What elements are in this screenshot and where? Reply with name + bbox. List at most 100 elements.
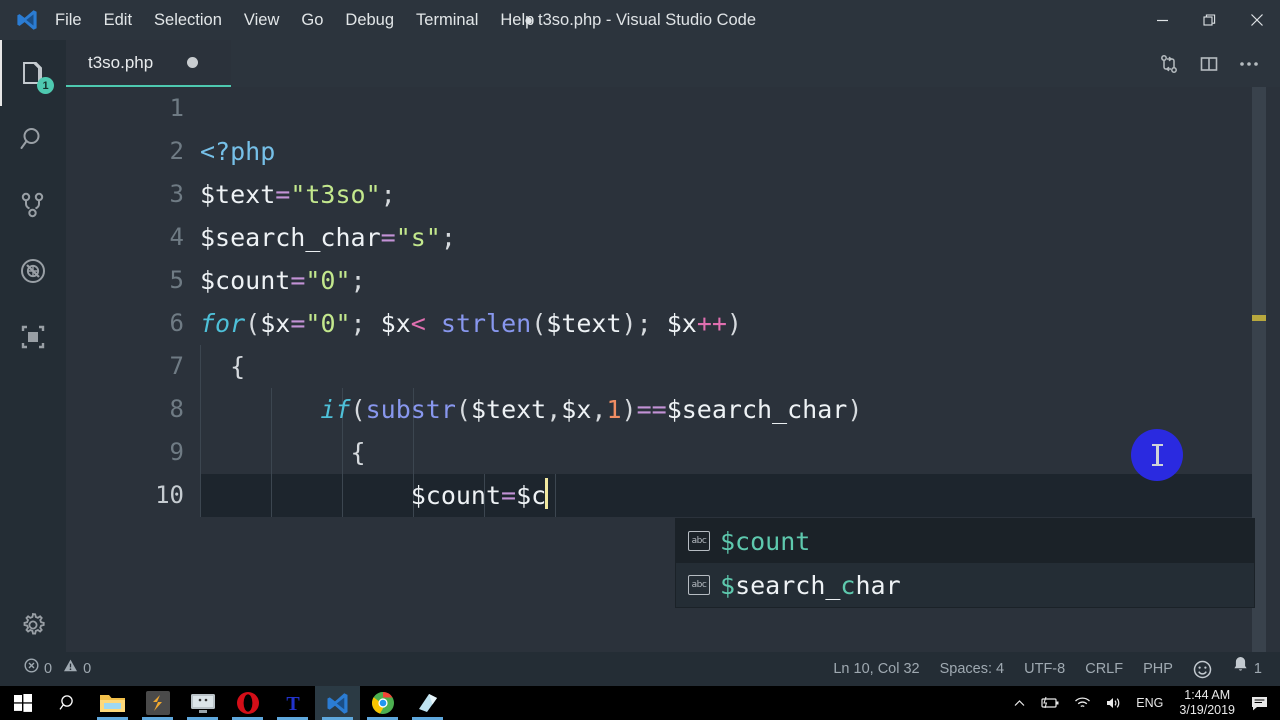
menu-debug[interactable]: Debug — [334, 0, 405, 40]
taskbar-search-icon[interactable] — [45, 686, 90, 720]
menu-bar: File Edit Selection View Go Debug Termin… — [44, 0, 545, 40]
wifi-icon[interactable] — [1067, 696, 1098, 710]
suggestion-item-search-char[interactable]: abc $search_char — [676, 563, 1254, 607]
restore-icon[interactable] — [1186, 0, 1233, 40]
minimize-icon[interactable] — [1139, 0, 1186, 40]
line-content[interactable]: <?php — [200, 130, 275, 173]
ellipsis-icon[interactable] — [1232, 47, 1266, 81]
suggestion-mid: search_ — [735, 570, 841, 600]
code-line[interactable]: 3 $text="t3so"; — [66, 173, 1280, 216]
code-line[interactable]: 9 { — [66, 431, 1280, 474]
menu-view[interactable]: View — [233, 0, 290, 40]
token-kw: for — [200, 309, 246, 338]
scrollbar-cursor-marker — [1252, 315, 1266, 321]
activity-bar: 1 — [0, 40, 66, 680]
error-count: 0 — [44, 661, 53, 677]
token-punct: , — [546, 395, 562, 424]
chevron-up-icon[interactable] — [1006, 697, 1033, 710]
tray-language[interactable]: ENG — [1129, 696, 1170, 710]
token-var: $search_char — [200, 223, 381, 252]
token-punct: ; — [350, 266, 366, 295]
token-paren: ) — [726, 309, 742, 338]
text-cursor — [545, 478, 549, 509]
token-str: "s" — [395, 223, 441, 252]
line-content[interactable]: { — [200, 345, 245, 388]
suggestion-match: $ — [720, 570, 736, 600]
code-line[interactable]: 2 <?php — [66, 130, 1280, 173]
line-content[interactable]: $count="0"; — [200, 259, 366, 302]
token-punct: ; — [440, 223, 456, 252]
line-content[interactable]: $text="t3so"; — [200, 173, 396, 216]
line-content[interactable]: $search_char="s"; — [200, 216, 456, 259]
status-eol[interactable]: CRLF — [1075, 652, 1133, 686]
line-content[interactable]: $count=$c — [200, 474, 549, 517]
taskbar-sublime-text[interactable] — [135, 686, 180, 720]
close-icon[interactable] — [1233, 0, 1280, 40]
suggestion-label: $search_char — [720, 571, 901, 600]
split-editor-icon[interactable] — [1192, 47, 1226, 81]
taskbar-notes-app[interactable] — [405, 686, 450, 720]
status-problems[interactable]: 0 0 — [14, 652, 101, 686]
taskbar-visual-studio-code[interactable] — [315, 686, 360, 720]
word-suggestion-icon: abc — [688, 575, 710, 595]
code-line[interactable]: 4 $search_char="s"; — [66, 216, 1280, 259]
window-title-text: t3so.php - Visual Studio Code — [538, 10, 757, 29]
tab-dirty-indicator[interactable] — [187, 57, 199, 68]
gear-icon[interactable] — [0, 592, 66, 658]
menu-terminal[interactable]: Terminal — [405, 0, 489, 40]
line-content[interactable]: if(substr($text,$x,1)==$search_char) — [200, 388, 862, 431]
status-indentation[interactable]: Spaces: 4 — [930, 652, 1015, 686]
status-language-mode[interactable]: PHP — [1133, 652, 1183, 686]
code-line[interactable]: 7 { — [66, 345, 1280, 388]
token-str: "0" — [305, 309, 351, 338]
token-punct: , — [591, 395, 607, 424]
suggestion-label: $count — [720, 527, 810, 556]
tab-t3so-php[interactable]: t3so.php — [66, 40, 231, 87]
menu-go[interactable]: Go — [290, 0, 334, 40]
status-encoding[interactable]: UTF-8 — [1014, 652, 1075, 686]
menu-edit[interactable]: Edit — [93, 0, 143, 40]
taskbar-t-app[interactable]: T — [270, 686, 315, 720]
windows-start-icon[interactable] — [0, 686, 45, 720]
token-pink: < — [410, 309, 426, 338]
sidebar-item-explorer[interactable]: 1 — [0, 40, 66, 106]
sidebar-item-debug[interactable] — [0, 238, 66, 304]
token-paren: ) — [621, 309, 637, 338]
line-content[interactable]: for($x="0"; $x< strlen($text); $x++) — [200, 302, 742, 345]
compare-changes-icon[interactable] — [1152, 47, 1186, 81]
code-line[interactable]: 1 — [66, 87, 1280, 130]
taskbar-google-chrome[interactable] — [360, 686, 405, 720]
sidebar-item-source-control[interactable] — [0, 172, 66, 238]
token-paren: ) — [621, 395, 637, 424]
menu-help[interactable]: Help — [489, 0, 545, 40]
sidebar-item-extensions[interactable] — [0, 304, 66, 370]
suggestion-widget[interactable]: abc $count abc $search_char — [675, 518, 1255, 608]
tray-clock[interactable]: 1:44 AM 3/19/2019 — [1170, 688, 1244, 718]
token-paren: ) — [847, 395, 863, 424]
editor-minimap[interactable] — [1266, 87, 1280, 652]
volume-icon[interactable] — [1098, 696, 1129, 710]
sidebar-item-search[interactable] — [0, 106, 66, 172]
code-line[interactable]: 6 for($x="0"; $x< strlen($text); $x++) — [66, 302, 1280, 345]
suggestion-item-count[interactable]: abc $count — [676, 519, 1254, 563]
code-line[interactable]: 10 $count=$c — [66, 474, 1280, 517]
code-line[interactable]: 8 if(substr($text,$x,1)==$search_char) — [66, 388, 1280, 431]
token-pink: ++ — [696, 309, 727, 338]
menu-selection[interactable]: Selection — [143, 0, 233, 40]
smiley-icon[interactable] — [1183, 660, 1222, 679]
tray-time: 1:44 AM — [1184, 688, 1231, 702]
suggestion-match2: c — [840, 570, 856, 600]
status-notifications[interactable]: 1 — [1222, 652, 1272, 686]
taskbar-monitor-app[interactable] — [180, 686, 225, 720]
menu-file[interactable]: File — [44, 0, 93, 40]
line-content[interactable]: { — [200, 431, 366, 474]
taskbar-opera[interactable] — [225, 686, 270, 720]
status-cursor-position[interactable]: Ln 10, Col 32 — [823, 652, 929, 686]
token-paren: ( — [455, 395, 471, 424]
battery-icon[interactable] — [1033, 696, 1067, 710]
code-line[interactable]: 5 $count="0"; — [66, 259, 1280, 302]
action-center-icon[interactable] — [1244, 696, 1280, 711]
line-number: 9 — [169, 438, 184, 466]
taskbar-file-explorer[interactable] — [90, 686, 135, 720]
suggestion-rest: ount — [750, 526, 811, 556]
